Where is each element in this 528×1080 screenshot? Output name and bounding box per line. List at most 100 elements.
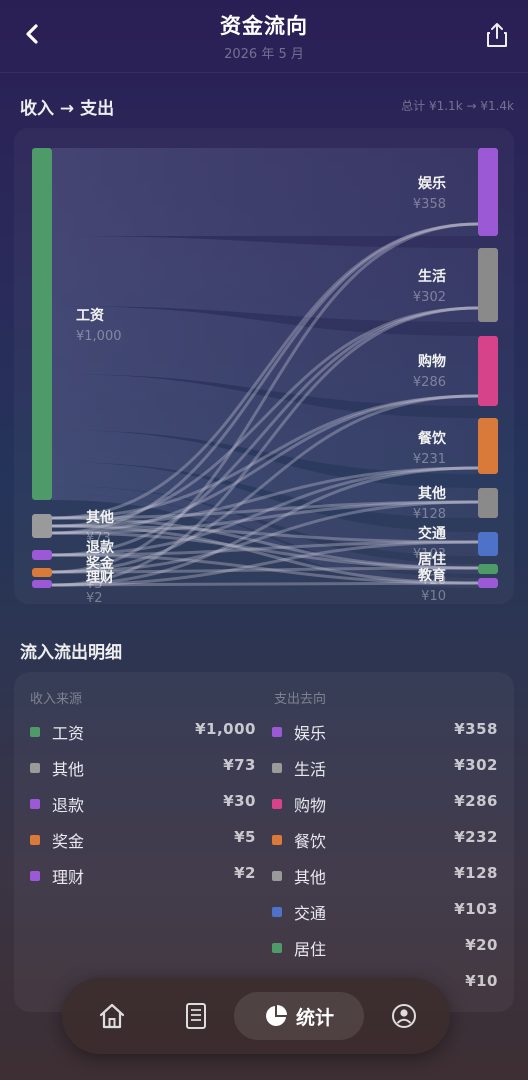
detail-row[interactable]: 理财 ¥2 bbox=[30, 864, 256, 888]
sankey-label: 其他 bbox=[418, 485, 446, 502]
category-amount: ¥30 bbox=[223, 792, 256, 810]
page-title: 资金流向 bbox=[220, 14, 308, 38]
detail-row[interactable]: 其他 ¥128 bbox=[272, 864, 498, 888]
profile-icon bbox=[392, 1004, 416, 1028]
detail-row[interactable]: 娱乐 ¥358 bbox=[272, 720, 498, 744]
flow-section-title: 收入 → 支出 bbox=[20, 99, 115, 119]
sankey-label: ¥1,000 bbox=[76, 329, 122, 344]
category-amount: ¥232 bbox=[454, 828, 498, 846]
page-subtitle: 2026 年 5 月 bbox=[224, 47, 304, 62]
bottom-tab-bar: 统计 bbox=[62, 978, 450, 1054]
share-icon[interactable] bbox=[482, 20, 512, 50]
sankey-label: ¥358 bbox=[413, 197, 446, 212]
sankey-label: 理财 bbox=[86, 569, 114, 586]
category-name: 其他 bbox=[294, 868, 327, 887]
category-amount: ¥286 bbox=[454, 792, 498, 810]
color-dot bbox=[272, 799, 282, 809]
category-name: 其他 bbox=[52, 760, 85, 779]
tab-ledger[interactable] bbox=[172, 992, 220, 1040]
sankey-flow bbox=[52, 148, 478, 236]
detail-row[interactable]: 购物 ¥286 bbox=[272, 792, 498, 816]
category-amount: ¥5 bbox=[234, 828, 256, 846]
color-dot bbox=[272, 727, 282, 737]
source-node bbox=[32, 580, 52, 588]
category-name: 娱乐 bbox=[294, 724, 327, 743]
color-dot bbox=[30, 835, 40, 845]
detail-row[interactable]: 工资 ¥1,000 bbox=[30, 720, 256, 744]
color-dot bbox=[30, 871, 40, 881]
category-amount: ¥358 bbox=[454, 720, 498, 738]
tab-home[interactable] bbox=[88, 992, 136, 1040]
detail-row[interactable]: 交通 ¥103 bbox=[272, 900, 498, 924]
category-name: 工资 bbox=[52, 724, 85, 743]
source-node bbox=[32, 550, 52, 560]
sankey-label: 居住 bbox=[418, 551, 446, 568]
sankey-label: ¥231 bbox=[413, 452, 446, 467]
stats-pie-icon bbox=[266, 1005, 287, 1026]
category-name: 购物 bbox=[294, 796, 327, 815]
detail-section-title: 流入流出明细 bbox=[20, 643, 122, 663]
sankey-label: 餐饮 bbox=[417, 430, 447, 447]
detail-row[interactable]: 生活 ¥302 bbox=[272, 756, 498, 780]
target-node bbox=[478, 532, 498, 556]
header: 资金流向 2026 年 5 月 bbox=[0, 0, 528, 73]
flow-total: 总计 ¥1.1k → ¥1.4k bbox=[401, 99, 514, 113]
expense-header: 支出去向 bbox=[274, 692, 327, 707]
category-name: 餐饮 bbox=[294, 832, 327, 851]
sankey-card: 工资 ¥1,000 其他 ¥73 退款 ¥30 奖金 ¥5 理财 ¥2 娱乐 ¥358 生活 ¥302 购物… bbox=[14, 128, 514, 604]
source-node bbox=[32, 514, 52, 538]
target-node bbox=[478, 418, 498, 474]
target-node bbox=[478, 336, 498, 406]
color-dot bbox=[272, 871, 282, 881]
target-node bbox=[478, 578, 498, 588]
sankey-label: 其他 bbox=[86, 509, 114, 526]
category-amount: ¥128 bbox=[454, 864, 498, 882]
detail-row[interactable]: 其他 ¥73 bbox=[30, 756, 256, 780]
detail-row[interactable]: 居住 ¥20 bbox=[272, 936, 498, 960]
category-name: 奖金 bbox=[52, 832, 85, 851]
sankey-label: 购物 bbox=[418, 353, 446, 370]
category-amount: ¥103 bbox=[454, 900, 498, 918]
sankey-label: 交通 bbox=[418, 525, 446, 542]
tab-stats[interactable]: 统计 bbox=[234, 992, 364, 1040]
category-name: 退款 bbox=[52, 796, 85, 815]
sankey-label: 工资 bbox=[76, 307, 104, 324]
detail-row[interactable]: 奖金 ¥5 bbox=[30, 828, 256, 852]
category-amount: ¥1,000 bbox=[195, 720, 256, 738]
target-node bbox=[478, 248, 498, 322]
target-node bbox=[478, 488, 498, 518]
sankey-label: ¥302 bbox=[413, 290, 446, 305]
detail-card: 收入来源 支出去向 工资 ¥1,000 其他 ¥73 退款 ¥30 奖金 ¥5 理财 ¥2 娱乐 ¥… bbox=[14, 672, 514, 1012]
income-header: 收入来源 bbox=[30, 692, 83, 707]
home-icon bbox=[99, 1003, 125, 1029]
category-amount: ¥302 bbox=[454, 756, 498, 774]
source-node bbox=[32, 568, 52, 577]
sankey-label: ¥286 bbox=[413, 375, 446, 390]
sankey-label: 生活 bbox=[418, 268, 446, 285]
sankey-label: 娱乐 bbox=[418, 175, 446, 192]
source-node bbox=[32, 148, 52, 500]
category-amount: ¥20 bbox=[465, 936, 498, 954]
category-amount: ¥73 bbox=[223, 756, 256, 774]
sankey-label: ¥128 bbox=[413, 507, 446, 522]
target-node bbox=[478, 564, 498, 574]
color-dot bbox=[30, 727, 40, 737]
category-name: 理财 bbox=[52, 868, 85, 887]
category-name: 交通 bbox=[294, 904, 327, 923]
tab-profile[interactable] bbox=[380, 992, 428, 1040]
color-dot bbox=[272, 835, 282, 845]
category-name: 生活 bbox=[294, 760, 327, 779]
color-dot bbox=[272, 763, 282, 773]
detail-row[interactable]: 餐饮 ¥232 bbox=[272, 828, 498, 852]
ledger-icon bbox=[186, 1003, 206, 1029]
category-amount: ¥2 bbox=[234, 864, 256, 882]
color-dot bbox=[272, 943, 282, 953]
category-name: 居住 bbox=[294, 940, 327, 959]
target-node bbox=[478, 148, 498, 236]
tab-stats-label: 统计 bbox=[295, 1006, 334, 1029]
sankey-diagram: 工资¥1,000其他¥73退款¥30奖金¥5理财¥2娱乐¥358生活¥302购物… bbox=[32, 148, 498, 604]
detail-row[interactable]: 退款 ¥30 bbox=[30, 792, 256, 816]
sankey-thin-flow bbox=[51, 581, 479, 587]
color-dot bbox=[30, 763, 40, 773]
color-dot bbox=[272, 907, 282, 917]
